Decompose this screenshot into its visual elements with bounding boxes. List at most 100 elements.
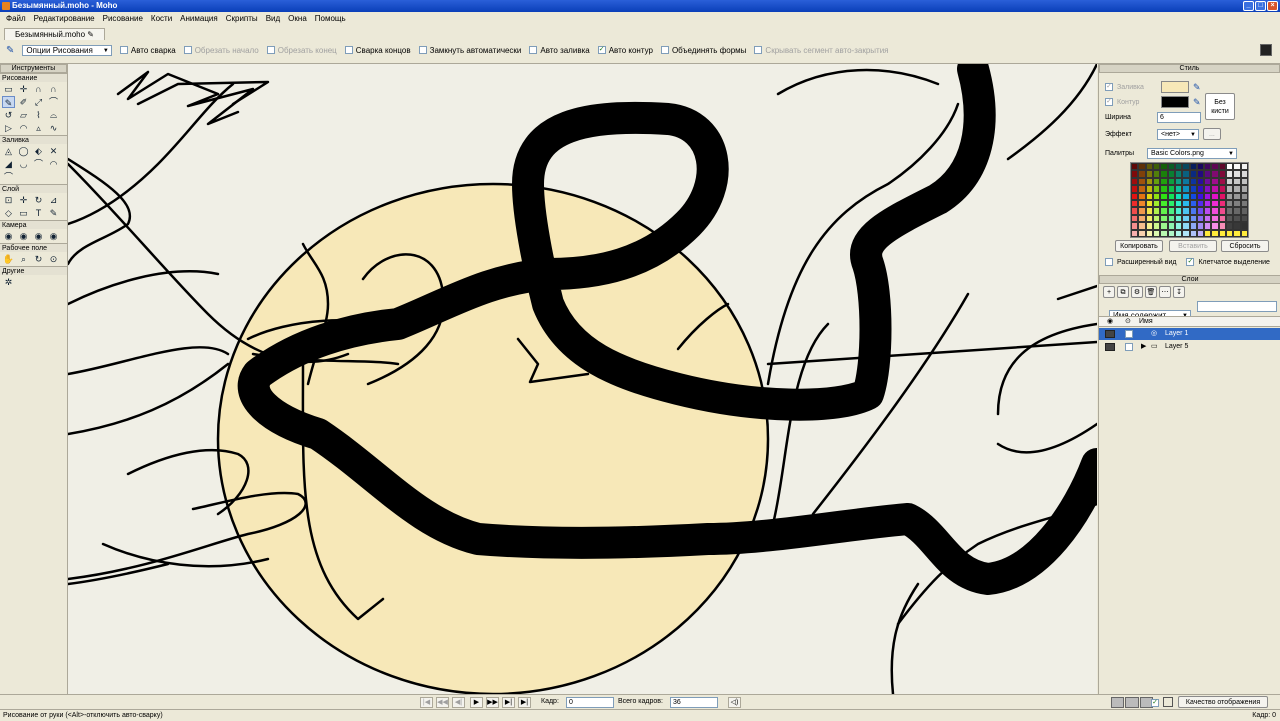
quality-checkbox[interactable]: ✓: [1151, 699, 1159, 707]
palette-swatch[interactable]: [1182, 214, 1190, 223]
palette-swatch[interactable]: [1182, 200, 1190, 208]
palette-swatch[interactable]: [1204, 229, 1212, 237]
palette-swatch[interactable]: [1189, 200, 1197, 208]
palette-swatch[interactable]: [1138, 229, 1146, 237]
palette-swatch[interactable]: [1152, 163, 1161, 171]
palette-swatch[interactable]: [1189, 207, 1197, 215]
palette-swatch[interactable]: [1211, 207, 1219, 215]
checkbox-box[interactable]: [344, 46, 353, 54]
palette-swatch[interactable]: [1204, 200, 1212, 208]
palette-swatch[interactable]: [1138, 214, 1146, 223]
first-frame-icon[interactable]: |◀: [420, 697, 433, 708]
new-layer-icon[interactable]: +: [1103, 286, 1115, 298]
fill-checkbox[interactable]: ✓: [1105, 83, 1113, 91]
tool-icon[interactable]: ◢: [2, 158, 15, 170]
palette-swatch[interactable]: [1211, 192, 1219, 200]
checker-select-checkbox[interactable]: ✓: [1186, 258, 1195, 266]
palette-swatch[interactable]: [1152, 192, 1161, 200]
close-button[interactable]: ×: [1267, 1, 1278, 11]
effect-dropdown[interactable]: <нет>: [1157, 128, 1199, 140]
palette-swatch[interactable]: [1145, 229, 1153, 237]
palette-swatch[interactable]: [1182, 222, 1190, 230]
palette-swatch[interactable]: [1167, 229, 1175, 237]
tool-icon[interactable]: ✋: [2, 253, 15, 265]
palette-swatch[interactable]: [1152, 207, 1161, 215]
palette-swatch[interactable]: [1145, 222, 1153, 230]
palette-swatch[interactable]: [1218, 207, 1227, 215]
tool-icon[interactable]: ⊿: [47, 194, 60, 206]
palette-swatch[interactable]: [1174, 229, 1183, 237]
palette-swatch[interactable]: [1211, 222, 1219, 230]
tool-icon[interactable]: ✛: [17, 83, 30, 95]
palette-swatch[interactable]: [1160, 192, 1168, 200]
menu-item[interactable]: Файл: [2, 14, 30, 23]
palette-swatch[interactable]: [1196, 229, 1205, 237]
checkbox-box[interactable]: [418, 46, 427, 54]
palette-swatch[interactable]: [1152, 214, 1161, 223]
palette-swatch[interactable]: [1189, 214, 1197, 223]
palette-swatch[interactable]: [1131, 177, 1139, 186]
tool-icon[interactable]: ▭: [17, 207, 30, 219]
palette-swatch[interactable]: [1218, 222, 1227, 230]
palette-swatch[interactable]: [1226, 177, 1234, 186]
tool-icon[interactable]: ▷: [2, 122, 15, 134]
palette-swatch[interactable]: [1226, 200, 1234, 208]
prev-key-icon[interactable]: ◀◀: [436, 697, 449, 708]
palette-swatch[interactable]: [1182, 229, 1190, 237]
tool-icon[interactable]: ↻: [32, 194, 45, 206]
checkbox-box[interactable]: [183, 46, 192, 54]
palette-swatch[interactable]: [1145, 163, 1153, 171]
tool-icon[interactable]: ◬: [2, 145, 15, 157]
palette-swatch[interactable]: [1189, 229, 1197, 237]
palette-swatch[interactable]: [1145, 177, 1153, 186]
layer-checkbox[interactable]: [1125, 330, 1133, 338]
maximize-button[interactable]: □: [1255, 1, 1266, 11]
option-checkbox[interactable]: Авто сварка: [119, 46, 176, 55]
palette-swatch[interactable]: [1138, 170, 1146, 178]
tool-icon[interactable]: ◉: [17, 230, 30, 242]
palette-swatch[interactable]: [1131, 200, 1139, 208]
width-input[interactable]: 6: [1157, 112, 1201, 123]
palette-swatch[interactable]: [1189, 185, 1197, 193]
palette-swatch[interactable]: [1174, 163, 1183, 171]
next-key-icon[interactable]: ▶▶: [486, 697, 499, 708]
checkbox-box[interactable]: [660, 46, 669, 54]
palette-swatch[interactable]: [1233, 192, 1241, 200]
minimize-button[interactable]: _: [1243, 1, 1254, 11]
drawing-canvas[interactable]: [68, 64, 1097, 694]
eye-icon[interactable]: [1105, 330, 1115, 338]
palette-swatch[interactable]: [1204, 192, 1212, 200]
option-checkbox[interactable]: Замкнуть автоматически: [418, 46, 521, 55]
palette-swatch[interactable]: [1167, 192, 1175, 200]
tool-icon[interactable]: ◇: [2, 207, 15, 219]
palette-swatch[interactable]: [1233, 185, 1241, 193]
palette-swatch[interactable]: [1240, 229, 1248, 237]
palette-swatch[interactable]: [1196, 185, 1205, 193]
palette-swatch[interactable]: [1218, 229, 1227, 237]
palette-swatch[interactable]: [1196, 222, 1205, 230]
option-checkbox[interactable]: Сварка концов: [344, 46, 411, 55]
palette-swatch[interactable]: [1152, 229, 1161, 237]
palette-swatch[interactable]: [1204, 222, 1212, 230]
palette-swatch[interactable]: [1182, 185, 1190, 193]
palette-swatch[interactable]: [1218, 163, 1227, 171]
palette-swatch[interactable]: [1138, 200, 1146, 208]
layer-filter-input[interactable]: [1197, 301, 1277, 312]
palette-swatch[interactable]: [1240, 192, 1248, 200]
checkbox-box[interactable]: [119, 46, 128, 54]
palette-swatch[interactable]: [1196, 214, 1205, 223]
expand-arrow-icon[interactable]: ▶: [1141, 341, 1146, 353]
menu-item[interactable]: Окна: [284, 14, 311, 23]
palette-swatch[interactable]: [1218, 192, 1227, 200]
palette-swatch[interactable]: [1240, 207, 1248, 215]
palette-swatch[interactable]: [1182, 177, 1190, 186]
palette-swatch[interactable]: [1152, 185, 1161, 193]
tool-icon[interactable]: ⌕: [17, 253, 30, 265]
option-checkbox[interactable]: Скрывать сегмент авто-закрытия: [754, 46, 889, 55]
tool-icon[interactable]: ▵: [32, 122, 45, 134]
palette-swatch[interactable]: [1131, 163, 1139, 171]
palette-dropdown[interactable]: Basic Colors.png: [1147, 148, 1237, 159]
option-checkbox[interactable]: Авто заливка: [529, 46, 590, 55]
palette-swatch[interactable]: [1174, 170, 1183, 178]
tool-icon[interactable]: ◡: [17, 158, 30, 170]
